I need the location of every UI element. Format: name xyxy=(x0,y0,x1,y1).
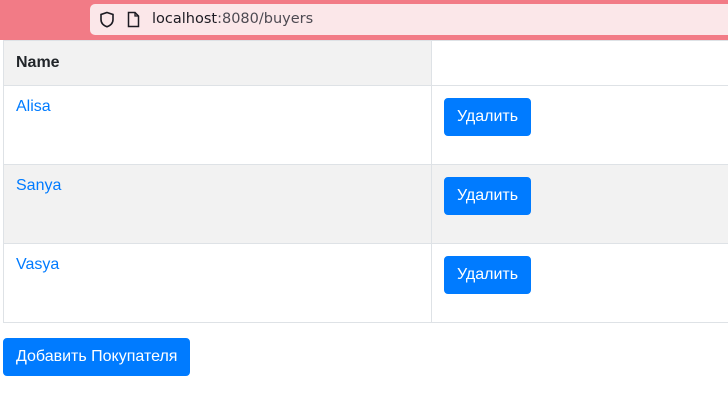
page-icon xyxy=(127,11,140,28)
buyers-table: Name Alisa Удалить Sanya Удалить Vasya У… xyxy=(3,40,728,323)
url-host: localhost xyxy=(152,11,218,27)
name-cell: Sanya xyxy=(3,164,432,244)
shield-icon[interactable] xyxy=(99,11,115,28)
table-header-row: Name xyxy=(3,40,728,86)
url-text: localhost:8080/buyers xyxy=(152,11,313,28)
actions-cell: Удалить xyxy=(431,85,728,165)
delete-button-vasya[interactable]: Удалить xyxy=(444,256,532,294)
name-cell: Alisa xyxy=(3,85,432,165)
buyer-link-vasya[interactable]: Vasya xyxy=(16,256,59,273)
column-header-name: Name xyxy=(3,40,432,86)
actions-cell: Удалить xyxy=(431,164,728,244)
buyer-link-alisa[interactable]: Alisa xyxy=(16,98,51,115)
column-header-actions xyxy=(431,40,728,86)
browser-toolbar: localhost:8080/buyers xyxy=(0,0,728,40)
table-row: Sanya Удалить xyxy=(3,164,728,244)
delete-button-alisa[interactable]: Удалить xyxy=(444,98,532,136)
name-cell: Vasya xyxy=(3,243,432,323)
table-row: Vasya Удалить xyxy=(3,243,728,323)
add-buyer-button[interactable]: Добавить Покупателя xyxy=(3,338,191,376)
delete-button-sanya[interactable]: Удалить xyxy=(444,177,532,215)
actions-cell: Удалить xyxy=(431,243,728,323)
buyers-table-container: Name Alisa Удалить Sanya Удалить Vasya У… xyxy=(3,40,728,323)
buyer-link-sanya[interactable]: Sanya xyxy=(16,177,61,194)
table-row: Alisa Удалить xyxy=(3,85,728,165)
url-path: :8080/buyers xyxy=(217,11,314,27)
address-bar[interactable]: localhost:8080/buyers xyxy=(90,4,728,35)
